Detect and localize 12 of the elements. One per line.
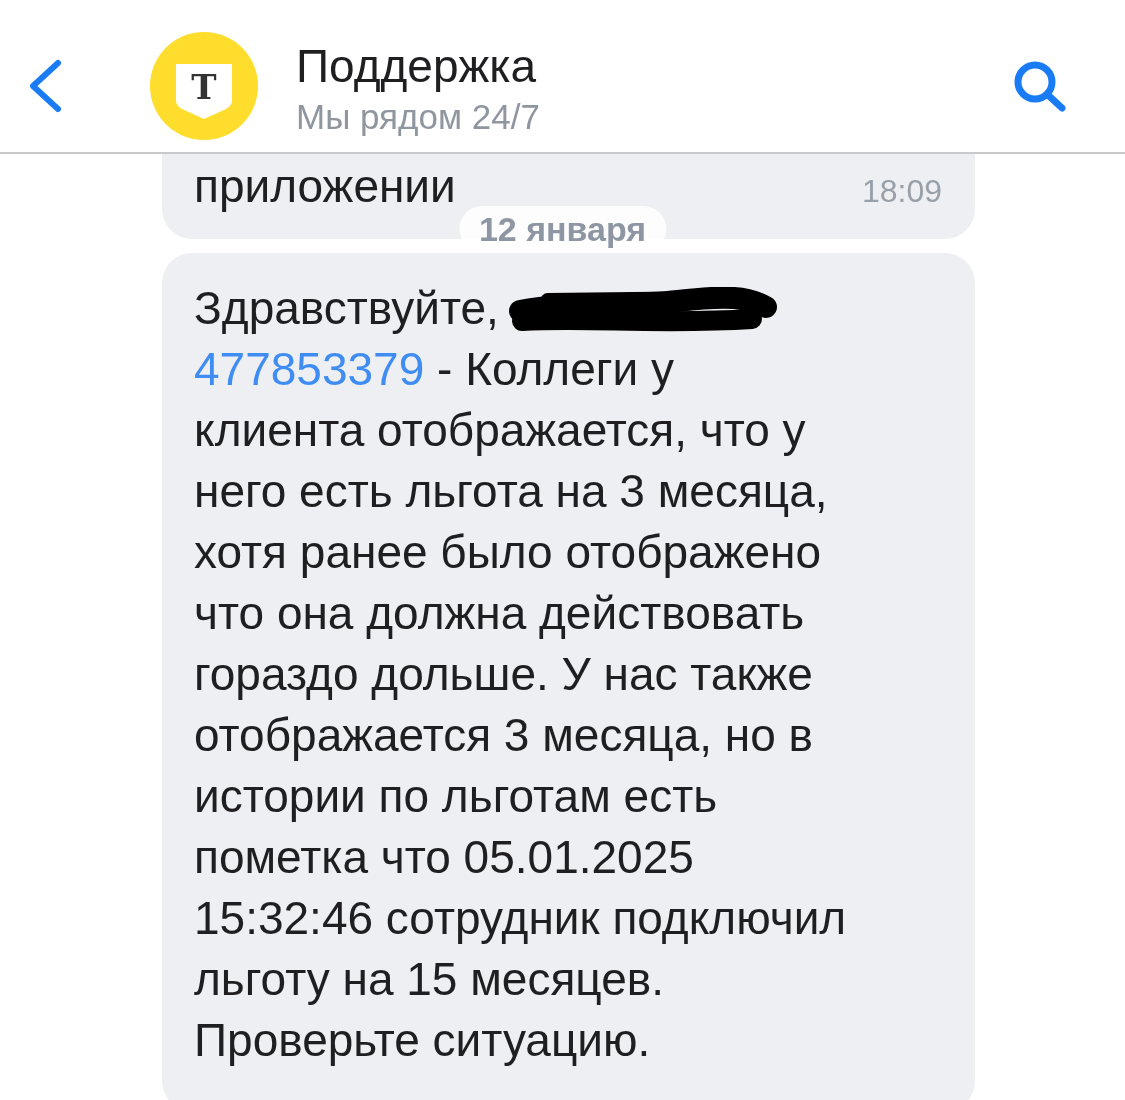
- number-link[interactable]: 477853379: [194, 343, 425, 395]
- back-button[interactable]: [28, 59, 62, 113]
- shield-icon: [174, 62, 234, 120]
- message-time: 18:09: [861, 172, 942, 211]
- logo-letter: Т: [191, 70, 217, 104]
- message-text: приложении: [194, 159, 457, 214]
- chat-subtitle: Мы рядом 24/7: [296, 96, 541, 138]
- chevron-left-icon: [28, 59, 62, 113]
- search-icon: [1013, 60, 1067, 112]
- chat-title: Поддержка: [296, 39, 537, 93]
- message-text: Здравствуйте, 477853379 - Коллеги у клиента отображается, что у него есть льгота на 3 месяца, хотя ранее было отображено что она должна действовать гораздо дольше. У нас также отображается 3 месяца, но в истории по льготам есть пометка что 05.01.2025 15:32:46 сотрудник подключил льготу на 15 месяцев. Проверьте ситуацию.: [194, 281, 848, 1068]
- search-button[interactable]: [1013, 60, 1067, 112]
